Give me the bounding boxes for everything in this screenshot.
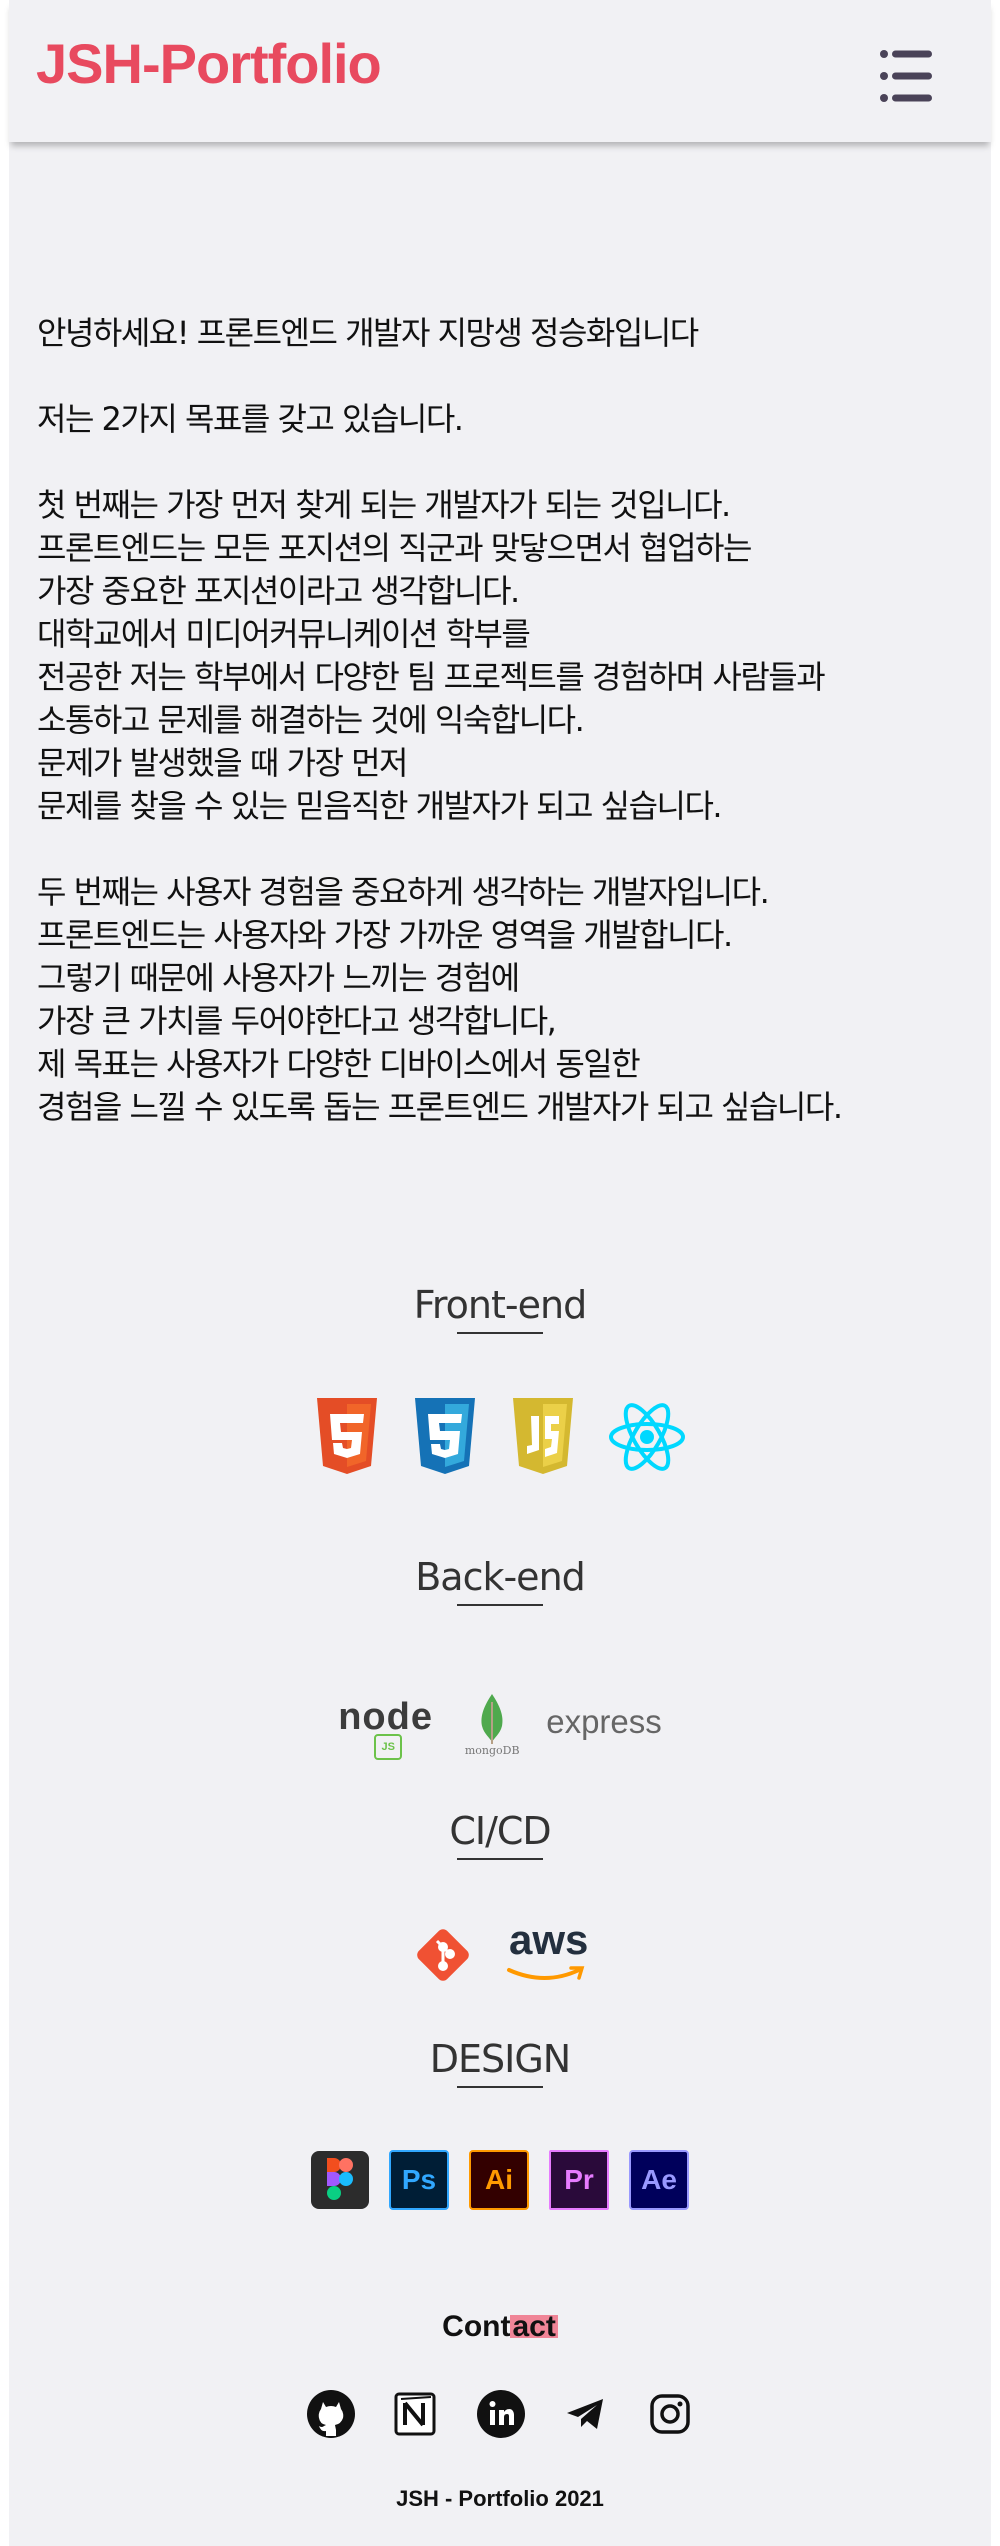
section-title-backend-label: Back-end [415, 1555, 586, 1599]
page: JSH-Portfolio 안녕하세요! 프론트엔드 개발자 지망생 정승화입니… [9, 0, 991, 2546]
hamburger-menu-icon[interactable] [879, 46, 935, 106]
notion-icon[interactable] [391, 2389, 441, 2439]
mongodb-icon: mongoDB [460, 1692, 524, 1762]
express-icon: express [546, 1703, 662, 1740]
contact-title-part-a: Cont [442, 2310, 511, 2343]
section-title-design-label: DESIGN [429, 2037, 571, 2081]
mongodb-label: mongoDB [464, 1744, 520, 1757]
premiere-icon: Pr [549, 2150, 609, 2210]
frontend-icons [9, 1398, 991, 1476]
aws-label: aws [509, 1916, 589, 1963]
javascript-icon [513, 1398, 573, 1474]
intro-first-goal: 첫 번째는 가장 먼저 찾게 되는 개발자가 되는 것입니다. 프론트엔드는 모… [37, 486, 826, 825]
cicd-icons: aws [9, 1916, 991, 1988]
title-underline [457, 1858, 543, 1860]
intro-goals: 저는 2가지 목표를 갖고 있습니다. [37, 400, 464, 438]
section-title-design: DESIGN [9, 2040, 991, 2088]
linkedin-icon[interactable] [475, 2388, 527, 2440]
intro-text: 안녕하세요! 프론트엔드 개발자 지망생 정승화입니다 저는 2가지 목표를 갖… [37, 312, 977, 1172]
section-title-frontend-label: Front-end [413, 1283, 587, 1327]
intro-greeting: 안녕하세요! 프론트엔드 개발자 지망생 정승화입니다 [37, 314, 699, 352]
section-title-backend: Back-end [9, 1558, 991, 1606]
backend-icons: node JS mongoDB express [9, 1692, 991, 1762]
nodejs-icon: node JS [338, 1696, 438, 1760]
title-underline [457, 1604, 543, 1606]
after-effects-icon: Ae [629, 2150, 689, 2210]
instagram-icon[interactable] [645, 2389, 695, 2439]
contact-title-part-b: act [510, 2310, 558, 2343]
section-title-frontend: Front-end [9, 1286, 991, 1334]
css3-icon [415, 1398, 475, 1474]
react-icon [609, 1403, 685, 1471]
figma-icon [311, 2151, 369, 2209]
intro-second-goal: 두 번째는 사용자 경험을 중요하게 생각하는 개발자입니다. 프론트엔드는 사… [37, 873, 843, 1126]
nodejs-label: node [338, 1696, 433, 1738]
telegram-icon[interactable] [561, 2389, 611, 2439]
contact-title: Contact [9, 2310, 991, 2344]
section-title-cicd-label: CI/CD [449, 1809, 551, 1853]
aws-icon: aws [505, 1916, 588, 1988]
section-title-cicd: CI/CD [9, 1812, 991, 1860]
illustrator-icon: Ai [469, 2150, 529, 2210]
footer: JSH - Portfolio 2021 [396, 2486, 604, 2511]
header: JSH-Portfolio [9, 0, 991, 142]
design-icons: Ps Ai Pr Ae [9, 2150, 991, 2210]
git-icon [417, 1929, 469, 1981]
title-underline [457, 2086, 543, 2088]
photoshop-icon: Ps [389, 2150, 449, 2210]
title-underline [457, 1332, 543, 1334]
html5-icon [317, 1398, 377, 1474]
logo[interactable]: JSH-Portfolio [36, 36, 382, 92]
github-icon[interactable] [305, 2388, 357, 2440]
nodejs-badge: JS [374, 1734, 403, 1760]
contact-links [9, 2388, 991, 2440]
